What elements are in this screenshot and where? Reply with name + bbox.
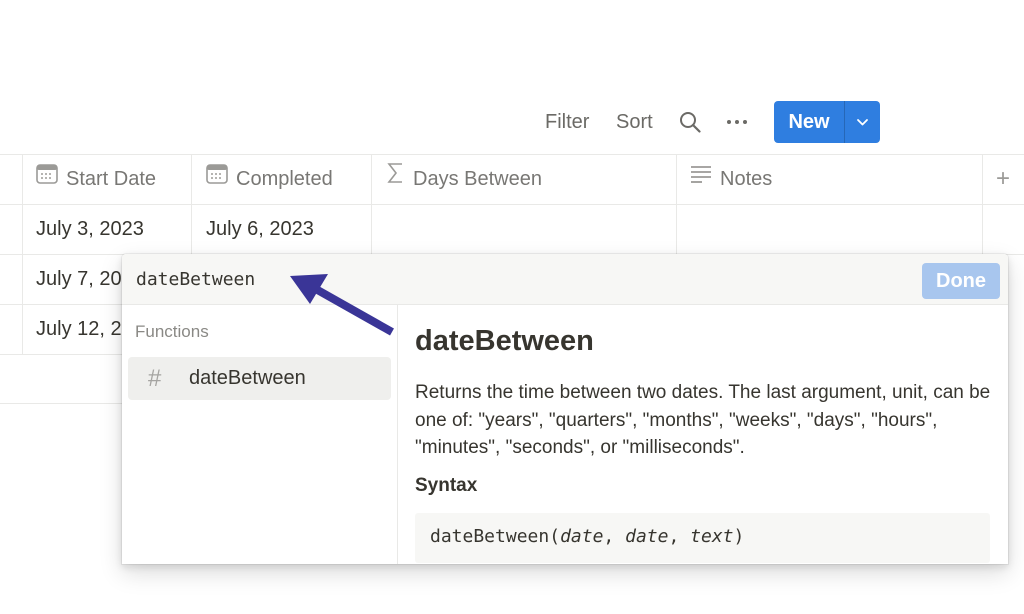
column-header-start-date[interactable]: Start Date	[36, 154, 156, 204]
done-button[interactable]: Done	[922, 263, 1000, 299]
hash-icon: #	[148, 365, 162, 392]
more-dots-icon	[727, 120, 731, 124]
syntax-paren: (	[549, 526, 561, 547]
formula-editor-header: Done	[122, 254, 1008, 305]
more-options-button[interactable]	[725, 101, 751, 143]
new-button[interactable]: New	[774, 101, 844, 143]
sigma-icon	[387, 153, 405, 203]
column-header-notes[interactable]: Notes	[690, 154, 772, 204]
function-doc-title: dateBetween	[415, 325, 594, 357]
cell-start-date[interactable]: July 7, 2023	[36, 254, 122, 304]
more-dots-icon	[743, 120, 747, 124]
syntax-sep: ,	[668, 526, 691, 547]
syntax-code: dateBetween(date, date, text)	[430, 513, 744, 561]
column-header-label: Notes	[720, 168, 773, 190]
search-button[interactable]	[679, 101, 703, 143]
column-header-completed[interactable]: Completed	[206, 154, 333, 204]
column-divider	[371, 154, 372, 254]
syntax-arg: date	[625, 526, 669, 547]
function-item-datebetween[interactable]: # dateBetween	[128, 357, 391, 400]
new-dropdown-button[interactable]	[845, 101, 880, 143]
database-toolbar: Filter Sort New	[0, 101, 1024, 143]
syntax-arg: date	[560, 526, 604, 547]
plus-icon: +	[996, 165, 1011, 192]
sort-button[interactable]: Sort	[616, 101, 653, 143]
new-button-group: New	[774, 101, 880, 143]
syntax-heading: Syntax	[415, 475, 478, 496]
syntax-code-block: dateBetween(date, date, text)	[415, 513, 990, 563]
annotation-arrow-icon	[290, 274, 394, 336]
column-header-days-between[interactable]: Days Between	[387, 154, 542, 204]
function-doc-description: Returns the time between two dates. The …	[415, 382, 991, 458]
syntax-paren: )	[733, 526, 745, 547]
column-divider	[676, 154, 677, 254]
syntax-sep: ,	[603, 526, 626, 547]
text-lines-icon	[690, 153, 712, 203]
function-list: Functions # dateBetween	[122, 305, 398, 564]
column-divider	[191, 154, 192, 254]
column-header-label: Days Between	[413, 168, 542, 190]
column-divider	[982, 154, 983, 254]
column-divider	[22, 154, 23, 354]
cell-start-date[interactable]: July 12, 2023	[36, 304, 122, 354]
calendar-icon	[206, 153, 228, 203]
column-header-label: Completed	[236, 168, 333, 190]
table-border	[0, 403, 122, 404]
more-dots-icon	[735, 120, 739, 124]
cell-notes[interactable]	[690, 204, 970, 254]
formula-editor-popup: Done Functions # dateBetween dateBetween…	[122, 254, 1008, 564]
chevron-down-icon	[857, 119, 868, 126]
calendar-icon	[36, 153, 58, 203]
cell-completed[interactable]: July 6, 2023	[206, 204, 366, 254]
cell-start-date[interactable]: July 3, 2023	[36, 204, 186, 254]
search-icon	[680, 112, 701, 133]
column-header-label: Start Date	[66, 168, 157, 190]
syntax-fn: dateBetween	[430, 526, 550, 547]
function-item-label: dateBetween	[189, 367, 306, 389]
function-section-label: Functions	[135, 322, 209, 341]
filter-button[interactable]: Filter	[545, 101, 589, 143]
add-column-button[interactable]: +	[996, 165, 1011, 192]
syntax-arg: text	[690, 526, 734, 547]
table-border	[0, 354, 122, 355]
formula-input[interactable]	[136, 254, 836, 305]
cell-days-between[interactable]	[386, 204, 666, 254]
